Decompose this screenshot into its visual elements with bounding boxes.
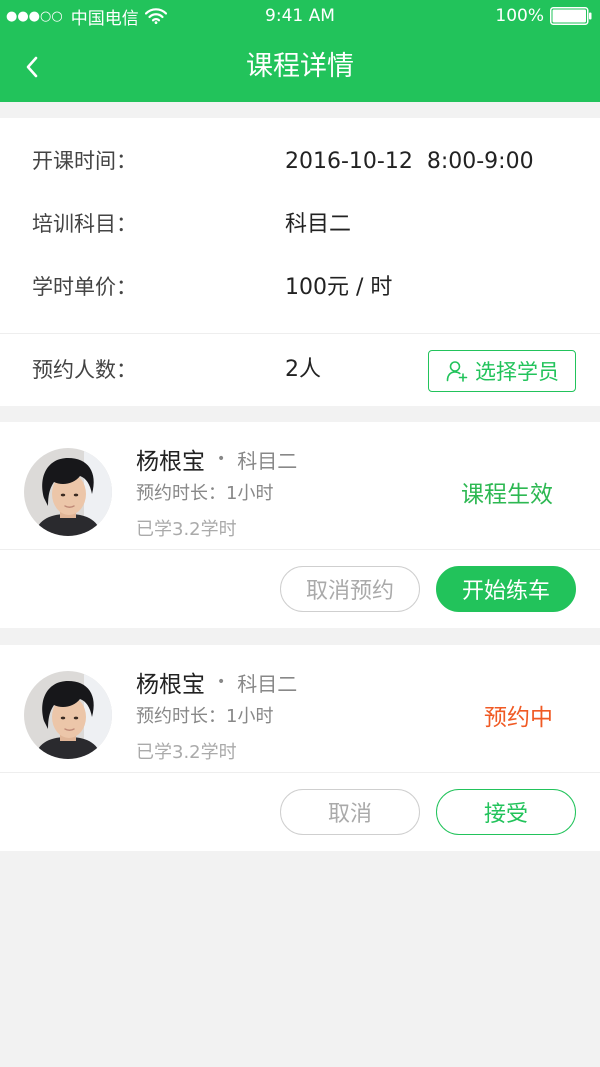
user-add-icon: [445, 359, 469, 383]
accept-button[interactable]: 接受: [436, 789, 576, 835]
student-name: 杨根宝: [136, 449, 205, 475]
student-subject: 科目二: [237, 671, 298, 696]
enrollment-row: 预约人数： 2人 选择学员: [0, 333, 600, 406]
avatar: [24, 671, 112, 759]
booking-duration: 预约时长：1小时: [136, 483, 274, 504]
avatar: [24, 448, 112, 536]
student-name-line: 杨根宝 • 科目二: [136, 667, 298, 699]
status-bar-right: 100%: [495, 0, 592, 32]
price-value: 100元 / 时: [285, 275, 393, 300]
page-title: 课程详情: [246, 51, 354, 82]
subject-value: 科目二: [285, 212, 352, 237]
status-badge: 课程生效: [461, 482, 553, 508]
course-info-rows: 开课时间： 2016-10-12 8:00-9:00 培训科目： 科目二 学时单…: [0, 118, 600, 333]
separator-dot: •: [217, 674, 226, 690]
subject-label: 培训科目：: [32, 212, 137, 236]
course-info-card: 开课时间： 2016-10-12 8:00-9:00 培训科目： 科目二 学时单…: [0, 118, 600, 406]
student-subject: 科目二: [237, 448, 298, 473]
start-time-row: 开课时间： 2016-10-12 8:00-9:00: [0, 130, 600, 193]
student-info: 杨根宝 • 科目二 预约时长：1小时 已学3.2学时 预约中: [0, 645, 600, 773]
status-bar: ●●●○○ 中国电信 9:41 AM 100%: [0, 0, 600, 32]
start-practice-button[interactable]: 开始练车: [436, 566, 576, 612]
start-time-value: 2016-10-12 8:00-9:00: [285, 149, 534, 174]
separator-dot: •: [217, 451, 226, 467]
battery-icon: [550, 7, 592, 25]
start-time-label: 开课时间：: [32, 149, 137, 173]
student-card: 杨根宝 • 科目二 预约时长：1小时 已学3.2学时 预约中 取消 接受: [0, 645, 600, 851]
student-actions: 取消 接受: [0, 773, 600, 850]
learned-hours: 已学3.2学时: [136, 519, 237, 540]
price-row: 学时单价： 100元 / 时: [0, 256, 600, 319]
nav-bar: 课程详情: [0, 32, 600, 102]
cancel-booking-button[interactable]: 取消预约: [280, 566, 420, 612]
student-card: 杨根宝 • 科目二 预约时长：1小时 已学3.2学时 课程生效 取消预约 开始练…: [0, 422, 600, 628]
student-actions: 取消预约 开始练车: [0, 550, 600, 627]
student-name-line: 杨根宝 • 科目二: [136, 444, 298, 476]
select-students-label: 选择学员: [475, 360, 559, 384]
cancel-button[interactable]: 取消: [280, 789, 420, 835]
enrollment-label: 预约人数：: [32, 358, 137, 382]
subject-row: 培训科目： 科目二: [0, 193, 600, 256]
student-name: 杨根宝: [136, 672, 205, 698]
student-info: 杨根宝 • 科目二 预约时长：1小时 已学3.2学时 课程生效: [0, 422, 600, 550]
price-label: 学时单价：: [32, 275, 137, 299]
learned-hours: 已学3.2学时: [136, 742, 237, 763]
battery-percent: 100%: [495, 6, 544, 26]
booking-duration: 预约时长：1小时: [136, 706, 274, 727]
enrollment-count: 2人: [285, 357, 321, 382]
status-badge: 预约中: [484, 705, 553, 731]
select-students-button[interactable]: 选择学员: [428, 350, 576, 392]
course-detail-screen: ●●●○○ 中国电信 9:41 AM 100% 课程详情 开课时间： 2016-…: [0, 0, 600, 1067]
